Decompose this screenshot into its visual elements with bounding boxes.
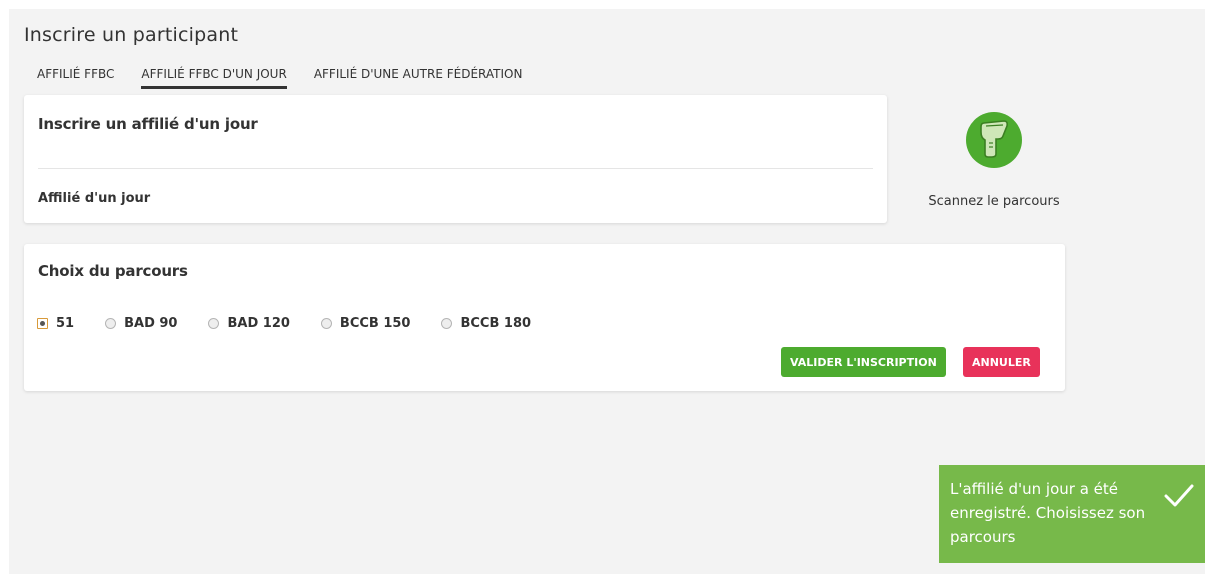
valider-inscription-button[interactable]: VALIDER L'INSCRIPTION [781, 347, 946, 377]
checkmark-icon-glyph [1164, 484, 1194, 507]
parcours-option-label: BCCB 150 [339, 316, 411, 331]
scan-parcours-button[interactable]: Scannez le parcours [919, 112, 1069, 209]
affilie-card: Inscrire un affilié d'un jour Affilié d'… [24, 95, 887, 223]
success-toast[interactable]: L'affilié d'un jour a été enregistré. Ch… [939, 465, 1205, 563]
radio-button[interactable] [320, 318, 332, 329]
scan-parcours-label: Scannez le parcours [928, 194, 1060, 209]
parcours-option-bad-120[interactable]: BAD 120 [208, 316, 290, 331]
registration-tabs: AFFILIÉ FFBC AFFILIÉ FFBC D'UN JOUR AFFI… [37, 67, 549, 89]
card-divider [38, 168, 873, 169]
tab-affilie-autre-federation[interactable]: AFFILIÉ D'UNE AUTRE FÉDÉRATION [314, 67, 523, 89]
parcours-option-bad-90[interactable]: BAD 90 [105, 316, 177, 331]
radio-button[interactable] [441, 318, 453, 329]
parcours-option-label: BAD 120 [227, 316, 290, 331]
annuler-button[interactable]: ANNULER [963, 347, 1040, 377]
barcode-scanner-icon-glyph [980, 120, 1008, 158]
parcours-radio-group: 51 BAD 90 BAD 120 BCCB 150 BCCB 180 [37, 316, 562, 331]
parcours-option-label: BAD 90 [124, 316, 178, 331]
toast-message: L'affilié d'un jour a été enregistré. Ch… [950, 480, 1146, 546]
radio-button[interactable] [208, 318, 220, 329]
barcode-scanner-icon [966, 112, 1022, 168]
parcours-option-51[interactable]: 51 [37, 316, 74, 331]
radio-button[interactable] [105, 318, 117, 329]
affilie-card-title: Inscrire un affilié d'un jour [38, 115, 258, 133]
parcours-option-bccb-180[interactable]: BCCB 180 [441, 316, 531, 331]
checkmark-icon [1164, 483, 1194, 513]
tab-affilie-ffbc-un-jour[interactable]: AFFILIÉ FFBC D'UN JOUR [141, 67, 287, 89]
radio-button[interactable] [37, 318, 48, 329]
tab-affilie-ffbc[interactable]: AFFILIÉ FFBC [37, 67, 114, 89]
parcours-option-label: BCCB 180 [460, 316, 532, 331]
parcours-card-title: Choix du parcours [38, 262, 188, 280]
page-title: Inscrire un participant [24, 24, 239, 46]
affilie-field-label: Affilié d'un jour [38, 191, 151, 206]
parcours-card: Choix du parcours 51 BAD 90 BAD 120 BCCB… [24, 244, 1065, 391]
parcours-option-label: 51 [56, 316, 75, 331]
parcours-option-bccb-150[interactable]: BCCB 150 [320, 316, 411, 331]
